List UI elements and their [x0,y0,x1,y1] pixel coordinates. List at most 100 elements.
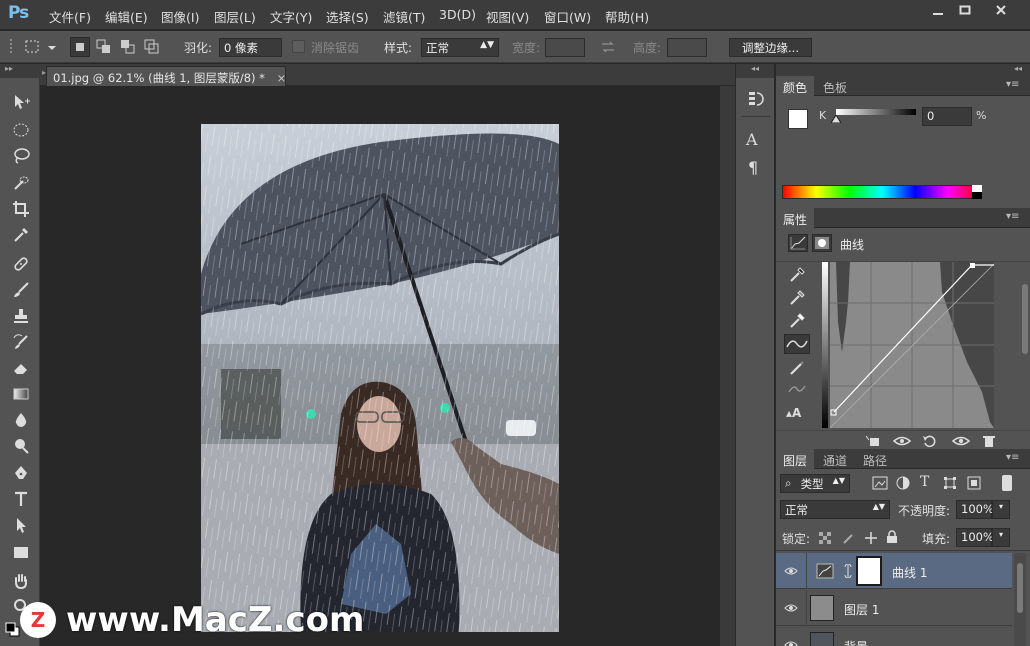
dock-collapse-button[interactable]: ◂◂ [776,64,1030,76]
strip-collapse-button[interactable]: ◂◂ [736,64,774,78]
menu-filter[interactable]: 滤镜(T) [383,7,425,26]
close-tab-icon[interactable]: × [277,71,287,85]
paragraph-panel-button[interactable]: ¶ [748,158,768,178]
clone-stamp-tool[interactable] [9,305,33,327]
history-panel-button[interactable] [746,89,766,109]
gradient-tool[interactable] [9,383,33,405]
fill-dropdown-button[interactable]: ▾ [992,528,1010,547]
visibility-eye-icon[interactable] [784,639,798,646]
filter-pixel-icon[interactable] [872,476,888,490]
opacity-input[interactable]: 100% [956,500,994,519]
tab-swatches[interactable]: 色板 [816,76,854,96]
mask-properties-icon[interactable] [812,234,832,252]
auto-levels-icon[interactable]: ▴A [786,406,801,420]
canvas-vertical-scrollbar[interactable] [720,86,735,646]
character-panel-button[interactable]: A [746,130,766,150]
filter-shape-icon[interactable] [943,476,957,490]
lock-all-icon[interactable] [886,530,898,544]
subtract-selection-button[interactable] [118,37,138,57]
maximize-button[interactable] [952,0,977,20]
clip-to-layer-icon[interactable] [864,434,880,448]
layer-name-background[interactable]: 背景 [844,638,868,646]
k-channel-input[interactable]: 0 [922,107,972,126]
menu-select[interactable]: 选择(S) [326,7,369,26]
visibility-eye-icon[interactable] [784,565,798,577]
eyedropper-tool[interactable] [9,224,33,246]
close-window-button[interactable] [980,0,1022,20]
layer-mask-thumbnail[interactable] [856,556,882,586]
menu-type[interactable]: 文字(Y) [270,7,312,26]
healing-brush-tool[interactable] [9,253,33,275]
foreground-color-swatch[interactable] [788,109,808,129]
width-input[interactable] [545,38,585,57]
layers-scrollbar[interactable] [1014,553,1026,646]
pencil-draw-icon[interactable] [788,359,806,377]
color-spectrum-bar[interactable] [782,185,982,199]
menu-image[interactable]: 图像(I) [161,7,199,26]
chain-link-icon[interactable] [843,564,853,578]
menu-window[interactable]: 窗口(W) [544,7,591,26]
rectangle-tool[interactable] [9,541,33,563]
layers-menu-icon[interactable]: ▾≡ [1006,452,1019,463]
history-brush-tool[interactable] [9,331,33,353]
eraser-tool[interactable] [9,357,33,379]
path-selection-tool[interactable] [9,514,33,536]
fill-input[interactable]: 100% [956,528,994,547]
refine-edge-button[interactable]: 调整边缘... [729,38,812,57]
tab-paths[interactable]: 路径 [856,449,894,469]
tab-color[interactable]: 颜色 [776,76,815,96]
tab-channels[interactable]: 通道 [816,449,854,469]
elliptical-marquee-tool[interactable] [9,119,33,141]
pen-tool[interactable] [9,462,33,484]
smooth-curve-icon[interactable] [788,380,806,398]
layers-scroll-thumb[interactable] [1017,563,1023,613]
brush-tool[interactable] [9,279,33,301]
k-channel-slider[interactable] [836,109,916,115]
crop-tool[interactable] [9,198,33,220]
curves-graph[interactable] [822,262,996,432]
layer-row-background[interactable]: 背景 [776,627,1012,646]
add-selection-button[interactable] [94,37,114,57]
filter-smart-object-icon[interactable] [967,476,981,490]
feather-input[interactable]: 0 像素 [219,38,282,57]
lasso-tool[interactable] [9,145,33,167]
menu-help[interactable]: 帮助(H) [605,7,649,26]
view-previous-state-icon[interactable] [892,434,912,448]
intersect-selection-button[interactable] [142,37,162,57]
panel-menu-icon[interactable]: ▾≡ [1006,79,1019,90]
layer-row-layer1[interactable]: 图层 1 [776,590,1012,626]
layer-filter-select[interactable]: ⌕ 类型 ▲▼ [780,474,850,493]
curves-adjustment-icon[interactable] [788,234,808,252]
lock-pixels-icon[interactable] [842,531,856,545]
layer-row-curves[interactable]: 曲线 1 [776,553,1012,589]
antialias-checkbox[interactable] [292,40,305,53]
sample-midtone-eyedropper-icon[interactable] [788,289,806,307]
minimize-button[interactable] [925,0,950,20]
dodge-tool[interactable] [9,435,33,457]
default-colors-button[interactable] [5,622,21,638]
lock-transparency-icon[interactable] [818,531,832,545]
toggle-visibility-icon[interactable] [952,434,970,448]
sample-shadow-eyedropper-icon[interactable] [788,266,806,284]
document-tab[interactable]: 01.jpg @ 62.1% (曲线 1, 图层蒙版/8) * × [46,66,286,86]
menu-edit[interactable]: 编辑(E) [105,7,148,26]
curve-edit-points-button[interactable] [784,334,810,354]
blur-tool[interactable] [9,409,33,431]
layer-name-curves[interactable]: 曲线 1 [892,564,927,581]
trash-icon[interactable] [982,434,996,448]
swap-dimensions-button[interactable] [600,39,616,55]
type-tool[interactable] [9,488,33,510]
filter-adjustment-icon[interactable] [896,476,910,490]
menu-file[interactable]: 文件(F) [49,7,91,26]
menu-view[interactable]: 视图(V) [486,7,529,26]
photo-canvas[interactable] [201,124,559,632]
move-tool[interactable] [9,91,33,113]
new-selection-button[interactable] [70,37,90,57]
menu-layer[interactable]: 图层(L) [214,7,256,26]
sample-highlight-eyedropper-icon[interactable] [788,312,806,330]
filter-toggle-switch[interactable] [1002,475,1012,491]
properties-menu-icon[interactable]: ▾≡ [1006,211,1019,222]
quick-selection-tool[interactable] [9,172,33,194]
toolbar-collapse-button[interactable]: ▸▸ [0,64,40,78]
canvas-area[interactable] [40,86,720,646]
